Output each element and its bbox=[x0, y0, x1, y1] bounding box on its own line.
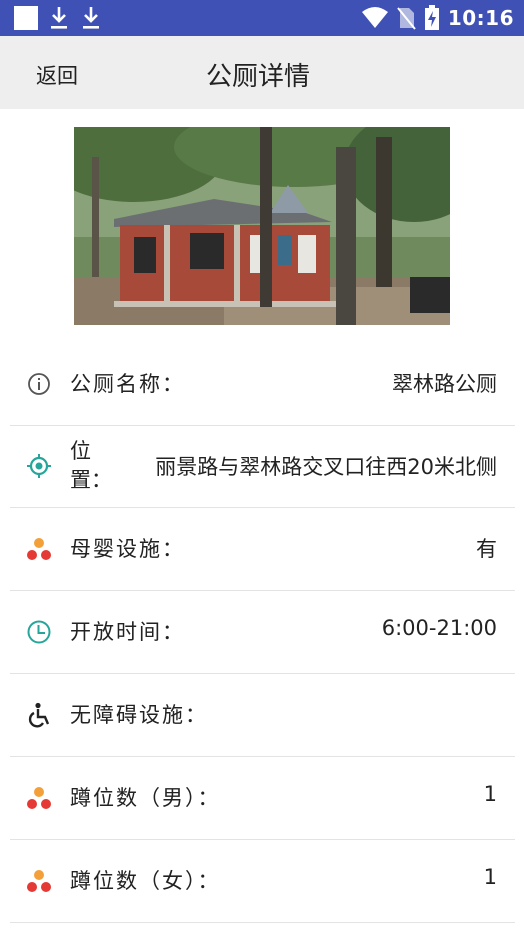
download-icon bbox=[51, 7, 67, 29]
status-right-icons: 10:16 bbox=[361, 5, 514, 31]
facility-icon bbox=[27, 538, 51, 560]
status-bar: 10:16 bbox=[0, 0, 524, 36]
wifi-icon bbox=[361, 7, 388, 28]
wheelchair-icon bbox=[28, 702, 50, 728]
detail-row-location: 位置： 丽景路与翠林路交叉口往西20米北侧 bbox=[10, 425, 515, 508]
app-bar: 返回 公厕详情 bbox=[0, 36, 524, 109]
back-button[interactable]: 返回 bbox=[36, 60, 78, 90]
detail-row-baby-facility: 母婴设施： 有 bbox=[10, 508, 515, 591]
status-time: 10:16 bbox=[447, 6, 514, 30]
detail-row-accessibility: 无障碍设施： bbox=[10, 674, 515, 757]
info-icon bbox=[28, 373, 50, 395]
detail-row-name: 公厕名称： 翠林路公厕 bbox=[10, 343, 515, 426]
facility-icon bbox=[27, 787, 51, 809]
detail-value: 1 bbox=[483, 782, 497, 806]
detail-value: 丽景路与翠林路交叉口往西20米北侧 bbox=[155, 455, 497, 479]
detail-value: 1 bbox=[483, 865, 497, 889]
detail-label: 母婴设施： bbox=[70, 537, 185, 561]
app-square-icon bbox=[14, 6, 38, 30]
download-icon bbox=[83, 7, 99, 29]
detail-label: 公厕名称： bbox=[70, 372, 185, 396]
facility-icon bbox=[27, 870, 51, 892]
location-icon bbox=[27, 454, 51, 478]
detail-label: 无障碍设施： bbox=[70, 703, 208, 727]
page-title: 公厕详情 bbox=[206, 62, 311, 92]
detail-label: 开放时间： bbox=[70, 620, 185, 644]
status-left-icons bbox=[14, 5, 102, 31]
battery-charging-icon bbox=[424, 5, 439, 30]
no-sim-icon bbox=[397, 7, 416, 30]
detail-row-stalls-male: 蹲位数（男）： 1 bbox=[10, 757, 515, 840]
detail-label: 位置： bbox=[70, 439, 112, 492]
toilet-photo bbox=[74, 127, 450, 325]
detail-label: 蹲位数（女）： bbox=[70, 869, 221, 893]
detail-label: 蹲位数（男）： bbox=[70, 786, 221, 810]
detail-value: 翠林路公厕 bbox=[392, 372, 497, 396]
detail-value: 6:00-21:00 bbox=[381, 616, 497, 640]
clock-icon bbox=[27, 620, 51, 644]
toilet-building-photo bbox=[74, 127, 450, 325]
detail-value: 有 bbox=[476, 537, 497, 561]
detail-row-stalls-female: 蹲位数（女）： 1 bbox=[10, 840, 515, 923]
detail-row-opening-hours: 开放时间： 6:00-21:00 bbox=[10, 591, 515, 674]
